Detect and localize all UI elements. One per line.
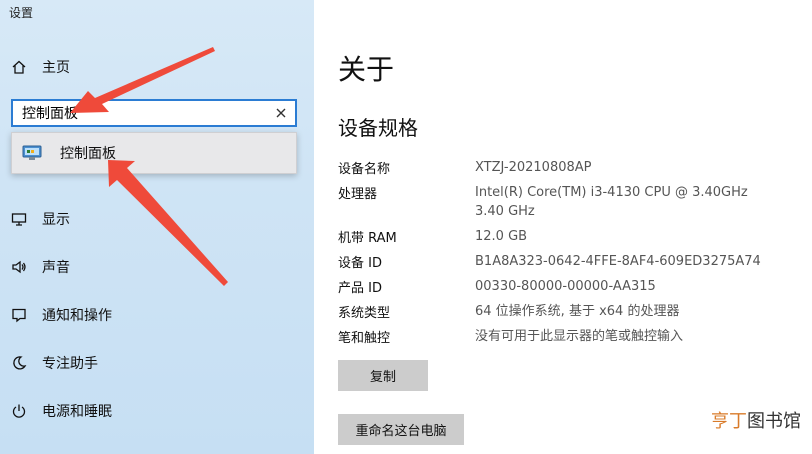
- sidebar-item-notifications[interactable]: 通知和操作: [10, 301, 112, 329]
- home-icon: [10, 58, 28, 76]
- spec-value: 64 位操作系统, 基于 x64 的处理器: [475, 304, 680, 319]
- sidebar-item-focus-assist[interactable]: 专注助手: [10, 349, 98, 377]
- search-input[interactable]: [22, 105, 267, 121]
- notification-icon: [10, 306, 28, 324]
- sidebar-item-power-sleep[interactable]: 电源和睡眠: [10, 397, 112, 425]
- sidebar-item-sound[interactable]: 声音: [10, 253, 70, 281]
- section-title: 设备规格: [338, 116, 418, 140]
- monitor-icon: [10, 210, 28, 228]
- spec-label: 处理器: [338, 187, 378, 202]
- watermark: 亨丁图书馆: [711, 407, 801, 433]
- sidebar-item-label: 显示: [42, 212, 70, 228]
- power-icon: [10, 402, 28, 420]
- spec-label: 机带 RAM: [338, 231, 397, 246]
- sidebar-item-home[interactable]: 主页: [10, 53, 70, 81]
- sidebar-item-display[interactable]: 显示: [10, 205, 70, 233]
- app-title: 设置: [9, 6, 34, 20]
- spec-value: B1A8A323-0642-4FFE-8AF4-609ED3275A74: [475, 254, 761, 269]
- watermark-part2: 图书馆: [747, 411, 801, 432]
- rename-pc-button[interactable]: 重命名这台电脑: [338, 414, 464, 445]
- sidebar: 设置 主页 控制面板 显示 声音: [0, 0, 314, 454]
- watermark-part1: 亨丁: [711, 411, 747, 432]
- spec-label: 笔和触控: [338, 331, 391, 346]
- copy-button[interactable]: 复制: [338, 360, 428, 391]
- spec-label: 系统类型: [338, 306, 391, 321]
- spec-label: 产品 ID: [338, 281, 382, 296]
- close-icon: [276, 108, 286, 118]
- main-content: 关于 设备规格 设备名称 XTZJ-20210808AP 处理器 Intel(R…: [314, 0, 812, 454]
- spec-label: 设备 ID: [338, 256, 382, 271]
- suggestion-label: 控制面板: [60, 146, 116, 162]
- sidebar-item-label: 声音: [42, 260, 70, 276]
- clear-search-button[interactable]: [267, 101, 295, 125]
- spec-label: 设备名称: [338, 162, 391, 177]
- spec-value: 没有可用于此显示器的笔或触控输入: [475, 329, 684, 344]
- speaker-icon: [10, 258, 28, 276]
- page-title: 关于: [338, 53, 395, 86]
- sidebar-item-label: 电源和睡眠: [42, 404, 112, 420]
- search-suggestion-control-panel[interactable]: 控制面板: [11, 132, 297, 174]
- search-box[interactable]: [11, 99, 297, 127]
- moon-icon: [10, 354, 28, 372]
- sidebar-item-label: 专注助手: [42, 356, 98, 372]
- spec-value: Intel(R) Core(TM) i3-4130 CPU @ 3.40GHz …: [475, 185, 748, 219]
- spec-value: 12.0 GB: [475, 229, 528, 244]
- spec-value: 00330-80000-00000-AA315: [475, 279, 656, 294]
- control-panel-icon: [22, 145, 42, 160]
- sidebar-item-label: 主页: [42, 60, 70, 76]
- spec-value: XTZJ-20210808AP: [475, 160, 592, 175]
- sidebar-item-label: 通知和操作: [42, 308, 112, 324]
